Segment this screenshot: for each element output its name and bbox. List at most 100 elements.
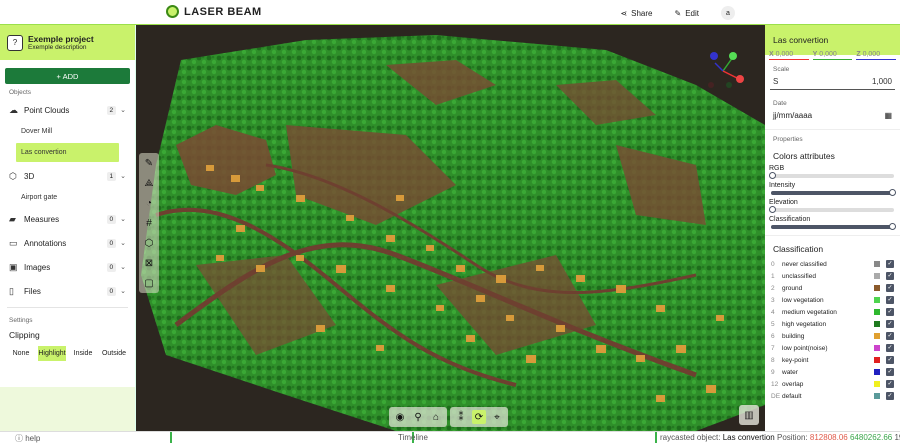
- sidebar-item-3d[interactable]: ⬡ 3D 1 ⌄: [0, 164, 135, 188]
- chevron-down-icon[interactable]: ⌄: [120, 106, 126, 114]
- class-color-swatch[interactable]: [874, 309, 880, 315]
- focus-icon[interactable]: ⌖: [490, 410, 504, 424]
- help-link[interactable]: ⓘ help: [15, 433, 40, 443]
- class-color-swatch[interactable]: [874, 297, 880, 303]
- class-color-swatch[interactable]: [874, 285, 880, 291]
- date-field[interactable]: jj/mm/aaaa ▦: [770, 108, 895, 123]
- clip-none-button[interactable]: None: [7, 346, 35, 361]
- location-pin-icon[interactable]: ⚲: [411, 410, 425, 424]
- checkbox-checked-icon[interactable]: ✓: [886, 368, 894, 376]
- profile-tool-icon[interactable]: ⊠: [142, 256, 156, 270]
- sidebar-item-measures[interactable]: ▰ Measures 0 ⌄: [0, 207, 135, 231]
- classification-row[interactable]: 12 overlap ✓: [765, 378, 900, 390]
- footsteps-icon[interactable]: ⁑: [454, 410, 468, 424]
- chevron-down-icon[interactable]: ⌄: [120, 172, 126, 180]
- class-color-swatch[interactable]: [874, 261, 880, 267]
- clipping-options: None Highlight Inside Outside: [7, 346, 128, 361]
- classification-row[interactable]: 4 medium vegetation ✓: [765, 306, 900, 318]
- sidebar-item-point-clouds[interactable]: ☁ Point Clouds 2 ⌄: [0, 98, 135, 122]
- chevron-down-icon[interactable]: ⌄: [120, 239, 126, 247]
- sidebar-item-annotations[interactable]: ▭ Annotations 0 ⌄: [0, 231, 135, 255]
- clip-outside-button[interactable]: Outside: [100, 346, 128, 361]
- orientation-gizmo[interactable]: [705, 51, 745, 91]
- checkbox-checked-icon[interactable]: ✓: [886, 272, 894, 280]
- class-name: high vegetation: [782, 320, 827, 328]
- clip-highlight-button[interactable]: Highlight: [38, 346, 66, 361]
- class-name: low point(noise): [782, 344, 828, 352]
- chevron-down-icon[interactable]: ⌄: [120, 215, 126, 223]
- clip-inside-button[interactable]: Inside: [69, 346, 97, 361]
- volume-tool-icon[interactable]: ⬡: [142, 236, 156, 250]
- grid-tool-icon[interactable]: #: [142, 216, 156, 230]
- classification-row[interactable]: 2 ground ✓: [765, 282, 900, 294]
- classification-row[interactable]: 6 building ✓: [765, 330, 900, 342]
- project-header[interactable]: ? Exemple project Exemple description: [0, 25, 135, 60]
- classification-slider[interactable]: [771, 223, 896, 230]
- y-field[interactable]: Y 0,000: [812, 51, 853, 60]
- classification-row[interactable]: 0 never classified ✓: [765, 258, 900, 270]
- z-field[interactable]: Z 0,000: [856, 51, 897, 60]
- building-icon[interactable]: ⌂: [429, 410, 443, 424]
- classification-row[interactable]: DE default ✓: [765, 390, 900, 402]
- app-logo[interactable]: LASER BEAM: [166, 5, 262, 18]
- class-color-swatch[interactable]: [874, 369, 880, 375]
- class-color-swatch[interactable]: [874, 321, 880, 327]
- checkbox-checked-icon[interactable]: ✓: [886, 332, 894, 340]
- checkbox-checked-icon[interactable]: ✓: [886, 344, 894, 352]
- timeline-marker[interactable]: [170, 432, 172, 443]
- sidebar-item-images[interactable]: ▣ Images 0 ⌄: [0, 255, 135, 279]
- rgb-slider[interactable]: [769, 172, 894, 179]
- class-color-swatch[interactable]: [874, 345, 880, 351]
- camera-icon[interactable]: ◉: [393, 410, 407, 424]
- class-color-swatch[interactable]: [874, 333, 880, 339]
- scale-label: Scale: [773, 66, 790, 73]
- checkbox-checked-icon[interactable]: ✓: [886, 284, 894, 292]
- class-name: overlap: [782, 380, 804, 388]
- point-cloud-render[interactable]: [136, 25, 765, 431]
- list-item-airport-gate[interactable]: Airport gate: [0, 188, 135, 207]
- class-color-swatch[interactable]: [874, 381, 880, 387]
- circle-tool-icon[interactable]: ◔: [142, 196, 156, 210]
- note-tool-icon[interactable]: ▢: [142, 276, 156, 290]
- ruler-tool-icon[interactable]: ✎: [142, 156, 156, 170]
- sidebar-item-files[interactable]: ▯ Files 0 ⌄: [0, 279, 135, 303]
- timeline-label[interactable]: Timeline: [398, 433, 428, 442]
- timeline-marker[interactable]: [655, 432, 657, 443]
- checkbox-checked-icon[interactable]: ✓: [886, 296, 894, 304]
- checkbox-checked-icon[interactable]: ✓: [886, 320, 894, 328]
- sidebar-item-label: 3D: [24, 171, 35, 181]
- checkbox-checked-icon[interactable]: ✓: [886, 356, 894, 364]
- x-field[interactable]: X 0,000: [769, 51, 809, 60]
- list-item-dover-mill[interactable]: Dover Mill: [0, 122, 135, 141]
- classification-row[interactable]: 9 water ✓: [765, 366, 900, 378]
- list-item-las-convertion[interactable]: Las convertion: [16, 143, 119, 162]
- classification-row[interactable]: 7 low point(noise) ✓: [765, 342, 900, 354]
- elevation-slider[interactable]: [769, 206, 894, 213]
- calendar-icon[interactable]: ▦: [884, 111, 892, 120]
- class-color-swatch[interactable]: [874, 273, 880, 279]
- share-button[interactable]: ⋖ Share: [620, 9, 652, 18]
- map-icon[interactable]: ▥: [739, 405, 759, 425]
- 3d-viewport[interactable]: ✎ ⟁ ◔ # ⬡ ⊠ ▢ ◉ ⚲ ⌂ ⁑ ⟳ ⌖ ▥: [136, 25, 765, 431]
- chevron-down-icon[interactable]: ⌄: [120, 263, 126, 271]
- checkbox-checked-icon[interactable]: ✓: [886, 392, 894, 400]
- add-button[interactable]: + ADD: [5, 68, 130, 84]
- checkbox-checked-icon[interactable]: ✓: [886, 380, 894, 388]
- checkbox-checked-icon[interactable]: ✓: [886, 260, 894, 268]
- chevron-down-icon[interactable]: ⌄: [120, 287, 126, 295]
- classification-row[interactable]: 8 key-point ✓: [765, 354, 900, 366]
- classification-row[interactable]: 3 low vegetation ✓: [765, 294, 900, 306]
- class-color-swatch[interactable]: [874, 357, 880, 363]
- edit-label: Edit: [685, 8, 699, 18]
- scale-field[interactable]: S 1,000: [770, 74, 895, 90]
- top-bar: LASER BEAM ⋖ Share ✎ Edit a: [0, 0, 900, 25]
- checkbox-checked-icon[interactable]: ✓: [886, 308, 894, 316]
- intensity-slider[interactable]: [771, 189, 896, 196]
- class-color-swatch[interactable]: [874, 393, 880, 399]
- angle-tool-icon[interactable]: ⟁: [142, 176, 156, 190]
- edit-button[interactable]: ✎ Edit: [675, 9, 700, 18]
- orbit-icon[interactable]: ⟳: [472, 410, 486, 424]
- classification-row[interactable]: 5 high vegetation ✓: [765, 318, 900, 330]
- avatar[interactable]: a: [721, 6, 735, 20]
- classification-row[interactable]: 1 unclassified ✓: [765, 270, 900, 282]
